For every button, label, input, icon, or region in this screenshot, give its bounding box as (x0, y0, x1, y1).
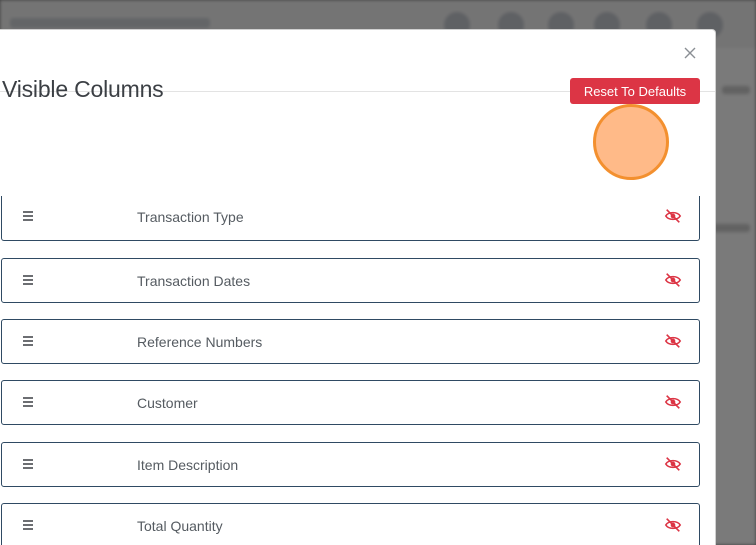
drag-handle-icon[interactable] (21, 457, 35, 471)
column-item-transaction-type[interactable]: Transaction Type (1, 196, 700, 241)
column-item-item-description[interactable]: Item Description (1, 442, 700, 487)
eye-off-icon[interactable] (664, 393, 682, 411)
column-label: Total Quantity (137, 518, 223, 534)
eye-off-icon[interactable] (664, 207, 682, 225)
drag-handle-icon[interactable] (21, 273, 35, 287)
eye-off-icon[interactable] (664, 455, 682, 473)
close-icon (684, 47, 696, 59)
column-label: Reference Numbers (137, 334, 263, 350)
column-item-transaction-dates[interactable]: Transaction Dates (1, 258, 700, 303)
drag-handle-icon[interactable] (21, 395, 35, 409)
eye-off-icon[interactable] (664, 332, 682, 350)
reset-to-defaults-button[interactable]: Reset To Defaults (570, 78, 700, 104)
column-label: Customer (137, 395, 198, 411)
column-item-customer[interactable]: Customer (1, 380, 700, 425)
modal-title: Visible Columns (2, 76, 164, 102)
drag-handle-icon[interactable] (21, 334, 35, 348)
eye-off-icon[interactable] (664, 516, 682, 534)
column-label: Transaction Dates (137, 273, 251, 289)
drag-handle-icon[interactable] (21, 209, 35, 223)
column-item-total-quantity[interactable]: Total Quantity (1, 503, 700, 545)
close-button[interactable] (680, 42, 700, 64)
column-label: Item Description (137, 457, 239, 473)
click-indicator (593, 104, 669, 180)
column-item-reference-numbers[interactable]: Reference Numbers (1, 319, 700, 364)
eye-off-icon[interactable] (664, 271, 682, 289)
drag-handle-icon[interactable] (21, 518, 35, 532)
column-label: Transaction Type (137, 209, 244, 225)
